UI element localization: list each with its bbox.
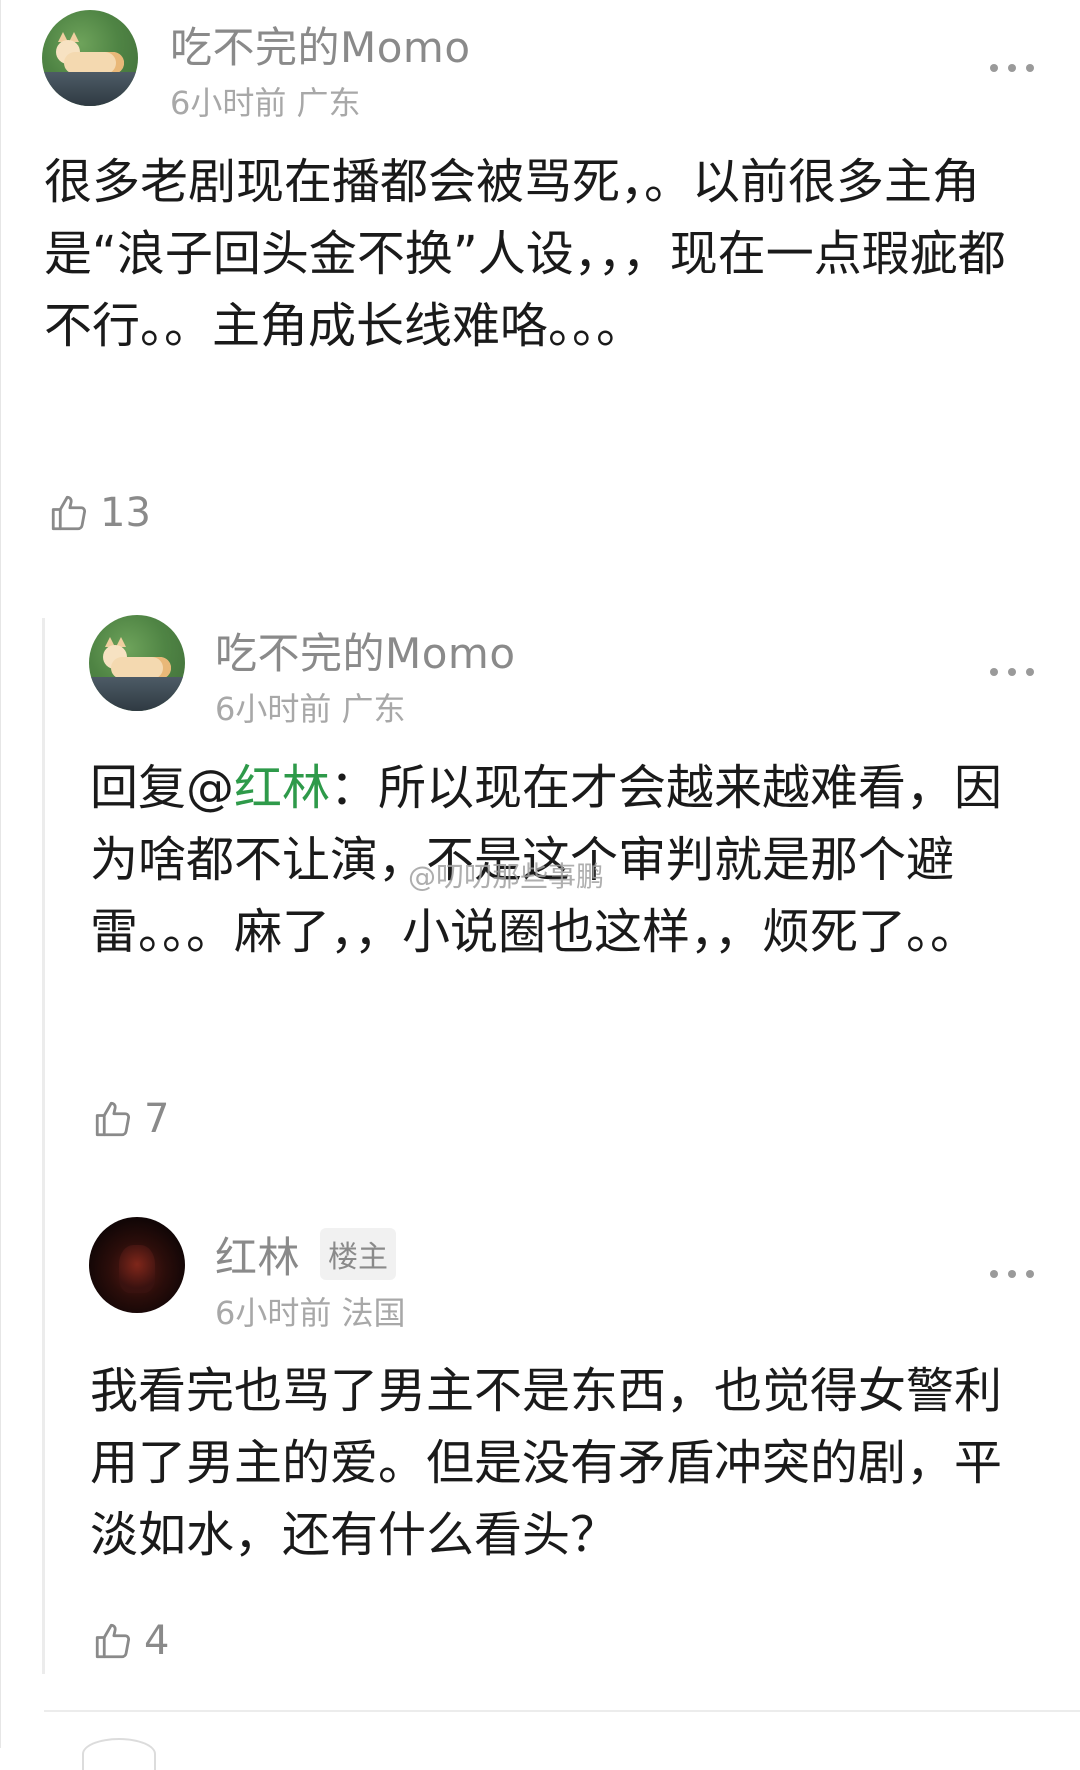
like-count: 13 xyxy=(100,490,151,536)
reply-separator: ： xyxy=(330,760,379,816)
more-dots-icon[interactable] xyxy=(990,1266,1034,1282)
avatar[interactable] xyxy=(89,615,185,711)
like-button[interactable]: 7 xyxy=(92,1094,169,1144)
thumbs-up-icon xyxy=(95,1623,131,1659)
comment-meta: 6小时前 广东 xyxy=(215,690,406,728)
username[interactable]: 吃不完的Momo xyxy=(170,14,471,75)
like-button[interactable]: 13 xyxy=(48,488,151,538)
more-dots-icon[interactable] xyxy=(990,664,1034,680)
like-count: 7 xyxy=(144,1096,170,1142)
divider xyxy=(44,1710,1080,1712)
like-count: 4 xyxy=(144,1618,170,1664)
next-avatar-peek xyxy=(82,1738,156,1770)
comment-meta: 6小时前 广东 xyxy=(170,84,361,122)
thumbs-up-icon xyxy=(51,495,87,531)
watermark: @叨叨那些事鹏 xyxy=(408,860,605,893)
avatar[interactable] xyxy=(89,1217,185,1313)
op-badge: 楼主 xyxy=(320,1228,396,1280)
comment-text: 很多老剧现在播都会被骂死，。以前很多主角是“浪子回头金不换”人设，，，现在一点瑕… xyxy=(44,154,1006,354)
mention-link[interactable]: 红林 xyxy=(234,760,330,816)
username[interactable]: 红林 xyxy=(215,1224,300,1285)
like-button[interactable]: 4 xyxy=(92,1616,169,1666)
reply-text: 我看完也骂了男主不是东西，也觉得女警利用了男主的爱。但是没有矛盾冲突的剧，平淡如… xyxy=(90,1363,1003,1563)
username[interactable]: 吃不完的Momo xyxy=(215,620,516,681)
thumbs-up-icon xyxy=(95,1101,131,1137)
comment-meta: 6小时前 法国 xyxy=(215,1294,406,1332)
avatar[interactable] xyxy=(42,10,138,106)
thread-line xyxy=(42,618,45,1674)
reply-prefix: 回复@ xyxy=(90,760,235,816)
more-dots-icon[interactable] xyxy=(990,60,1034,76)
left-edge xyxy=(0,0,1,1748)
